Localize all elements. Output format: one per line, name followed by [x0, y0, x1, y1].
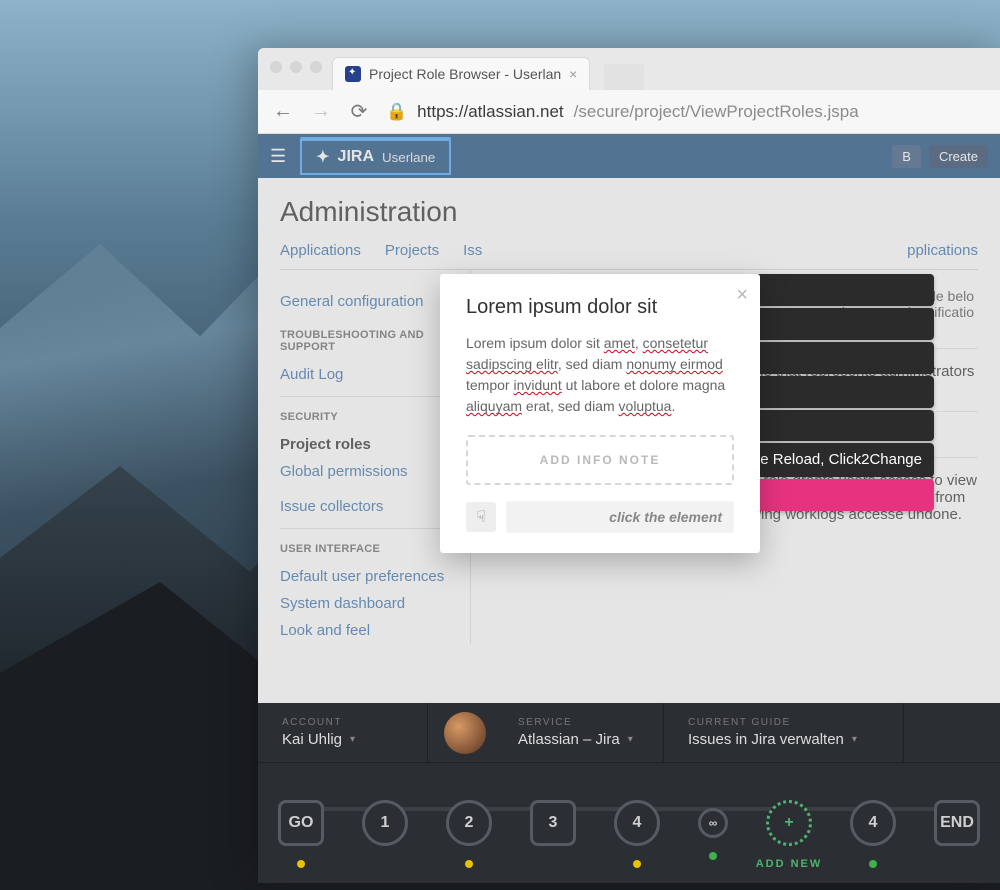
new-tab-button[interactable]	[604, 64, 644, 90]
forward-icon[interactable]: →	[310, 100, 332, 123]
tab-strip: Project Role Browser - Userlan ×	[258, 48, 1000, 90]
step-4a[interactable]: 4	[614, 800, 660, 846]
popup-title[interactable]: Lorem ipsum dolor sit	[466, 296, 734, 319]
chevron-down-icon: ▾	[852, 734, 857, 745]
guide-label: CURRENT GUIDE	[688, 717, 879, 728]
add-new-label: ADD NEW	[756, 858, 823, 870]
status-dot-icon	[869, 860, 877, 868]
step-go[interactable]: GO	[278, 800, 324, 846]
reload-icon[interactable]: ⟳	[348, 99, 370, 124]
tab-title: Project Role Browser - Userlan	[369, 66, 561, 82]
service-selector[interactable]: SERVICE Atlassian – Jira ▾	[494, 703, 664, 762]
step-4b[interactable]: 4	[850, 800, 896, 846]
window-controls[interactable]	[266, 61, 332, 83]
click-element-field[interactable]: click the element	[506, 501, 734, 533]
account-selector[interactable]: ACCOUNT Kai Uhlig ▾	[258, 703, 428, 762]
step-1[interactable]: 1	[362, 800, 408, 846]
status-dot-icon	[709, 852, 717, 860]
traffic-close-icon[interactable]	[270, 61, 282, 73]
pointer-icon: ☟	[466, 502, 496, 532]
browser-window: Project Role Browser - Userlan × ← → ⟳ 🔒…	[258, 48, 1000, 883]
account-value: Kai Uhlig	[282, 731, 342, 748]
site-info-icon[interactable]: 🔒	[386, 102, 407, 122]
step-add-new[interactable]: +	[766, 800, 812, 846]
avatar[interactable]	[444, 712, 486, 754]
guide-selector[interactable]: CURRENT GUIDE Issues in Jira verwalten ▾	[664, 703, 904, 762]
traffic-max-icon[interactable]	[310, 61, 322, 73]
popup-body[interactable]: Lorem ipsum dolor sit amet, consetetur s…	[466, 333, 734, 417]
back-icon[interactable]: ←	[272, 100, 294, 123]
url-host: https://atlassian.net	[417, 102, 563, 122]
traffic-min-icon[interactable]	[290, 61, 302, 73]
service-value: Atlassian – Jira	[518, 731, 620, 748]
step-popup: × Lorem ipsum dolor sit Lorem ipsum dolo…	[440, 274, 760, 553]
chevron-down-icon: ▾	[350, 734, 355, 745]
step-end[interactable]: END	[934, 800, 980, 846]
url-path: /secure/project/ViewProjectRoles.jspa	[574, 102, 859, 122]
step-2[interactable]: 2	[446, 800, 492, 846]
status-dot-icon	[633, 860, 641, 868]
step-timeline: GO 1 2 3 4 ∞ + ADD NEW 4 END	[258, 763, 1000, 883]
userlane-bar: ACCOUNT Kai Uhlig ▾ SERVICE Atlassian – J…	[258, 703, 1000, 883]
step-chain[interactable]: ∞	[698, 808, 728, 838]
popup-close-icon[interactable]: ×	[736, 284, 748, 307]
tab-close-icon[interactable]: ×	[569, 66, 577, 82]
browser-tab-active[interactable]: Project Role Browser - Userlan ×	[332, 57, 590, 90]
service-label: SERVICE	[518, 717, 639, 728]
account-label: ACCOUNT	[282, 717, 403, 728]
favicon-icon	[345, 66, 361, 82]
status-dot-icon	[465, 860, 473, 868]
address-bar: ← → ⟳ 🔒 https://atlassian.net/secure/pro…	[258, 90, 1000, 134]
add-info-note-dropzone[interactable]: ADD INFO NOTE	[466, 435, 734, 485]
step-3[interactable]: 3	[530, 800, 576, 846]
status-dot-icon	[297, 860, 305, 868]
url-field[interactable]: 🔒 https://atlassian.net/secure/project/V…	[386, 102, 986, 122]
guide-value: Issues in Jira verwalten	[688, 731, 844, 748]
chevron-down-icon: ▾	[628, 734, 633, 745]
